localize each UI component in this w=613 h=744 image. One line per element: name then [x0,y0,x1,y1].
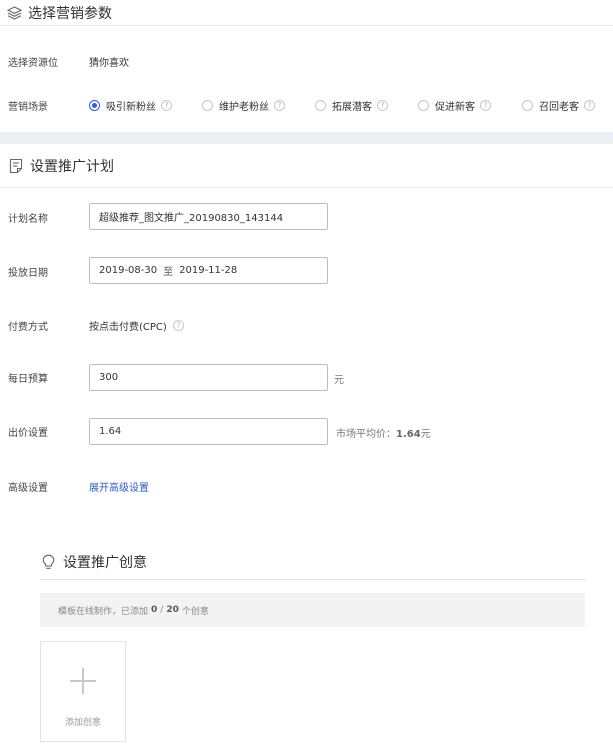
creative-max-count: 20 [166,605,179,615]
scene-option-label: 拓展潜客 [332,102,372,113]
scene-radio-promote-new-customers[interactable]: 促进新客 ? [418,98,491,113]
help-icon[interactable]: ? [161,100,172,111]
date-start: 2019-08-30 [99,265,158,276]
budget-value: 300 [99,372,119,383]
section-marketing-params-header: 选择营销参数 [0,0,613,26]
scene-option-label: 召回老客 [539,102,579,113]
section-title: 设置推广创意 [63,554,147,571]
radio-unchecked-icon[interactable] [315,100,326,111]
scene-radio-attract-new-fans[interactable]: 吸引新粉丝 ? [89,98,172,113]
scene-option-label: 促进新客 [435,102,475,113]
plan-name-input[interactable]: 超级推荐_图文推广_20190830_143144 [89,203,328,230]
date-separator: 至 [163,267,174,278]
market-average: 市场平均价：1.64元 [336,425,431,440]
radio-checked-icon[interactable] [89,100,100,111]
creative-count-slash: / [160,605,164,615]
scene-option-label: 维护老粉丝 [219,102,269,113]
date-label: 投放日期 [8,268,48,279]
help-icon[interactable]: ? [274,100,285,111]
section-plan-header: 设置推广计划 [0,144,613,188]
radio-unchecked-icon[interactable] [202,100,213,111]
document-icon [8,158,24,174]
section-divider [0,132,613,144]
help-icon[interactable]: ? [172,320,184,331]
help-icon[interactable]: ? [584,100,595,111]
creative-info-suffix: 个创意 [181,606,209,617]
date-end: 2019-11-28 [179,265,238,276]
help-icon[interactable]: ? [377,100,388,111]
bid-input[interactable]: 1.64 [89,418,328,445]
advanced-label: 高级设置 [8,483,48,494]
pay-method-label: 付费方式 [8,322,48,333]
radio-unchecked-icon[interactable] [522,100,533,111]
plus-icon [68,666,98,696]
budget-label: 每日预算 [8,374,48,385]
pay-method-value-wrap: 按点击付费(CPC) ? [89,318,184,333]
section-title: 设置推广计划 [30,158,114,175]
section-creative-header: 设置推广创意 [40,544,586,580]
expand-advanced-link[interactable]: 展开高级设置 [89,479,149,494]
creative-info-bar: 模板在线制作，已添加 0/20 个创意 [40,593,585,627]
pay-method-value: 按点击付费(CPC) [89,322,167,333]
resource-value: 猜你喜欢 [89,58,129,69]
bid-value: 1.64 [99,426,122,437]
creative-info-prefix: 模板在线制作，已添加 [58,606,149,617]
date-range-input[interactable]: 2019-08-30 至 2019-11-28 [89,257,328,284]
scene-option-label: 吸引新粉丝 [106,102,156,113]
lightbulb-icon [40,554,56,570]
market-avg-value: 1.64 [396,429,421,440]
scene-radio-expand-prospects[interactable]: 拓展潜客 ? [315,98,388,113]
resource-label: 选择资源位 [8,58,58,69]
radio-unchecked-icon[interactable] [418,100,429,111]
bid-label: 出价设置 [8,428,48,439]
add-creative-label: 添加创意 [64,718,101,728]
budget-unit: 元 [334,375,344,386]
scene-radio-recall-old-customers[interactable]: 召回老客 ? [522,98,595,113]
creative-added-count: 0 [151,605,158,615]
scene-radio-maintain-old-fans[interactable]: 维护老粉丝 ? [202,98,285,113]
section-title: 选择营销参数 [28,5,112,22]
market-avg-prefix: 市场平均价： [336,429,396,440]
budget-input[interactable]: 300 [89,364,328,391]
help-icon[interactable]: ? [480,100,491,111]
plan-name-label: 计划名称 [8,214,48,225]
market-avg-unit: 元 [420,429,431,440]
plan-name-value: 超级推荐_图文推广_20190830_143144 [99,213,284,224]
add-creative-button[interactable]: 添加创意 [40,641,126,742]
layers-icon [6,5,22,21]
scene-label: 营销场景 [8,102,48,113]
